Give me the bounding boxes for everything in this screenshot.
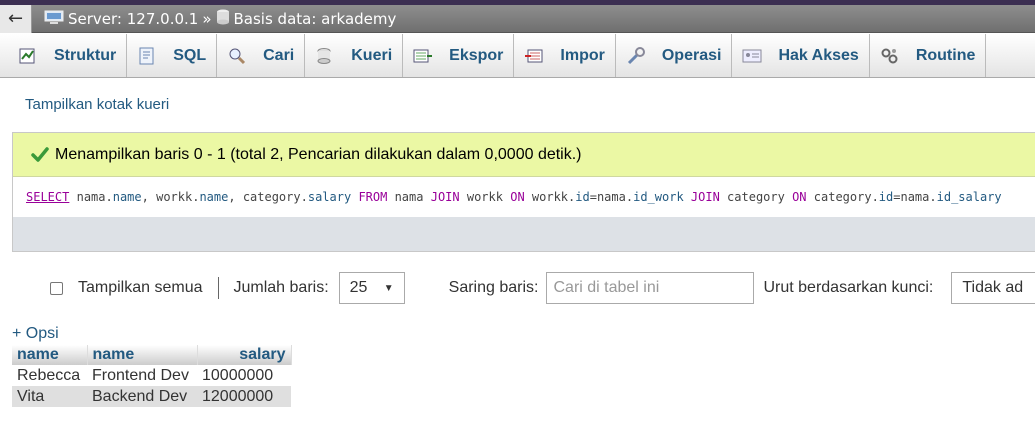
row-count-value: 25	[349, 279, 368, 296]
result-table: name name salary Rebecca Frontend Dev 10…	[12, 345, 292, 407]
sql-table: category	[813, 190, 872, 204]
sql-icon	[137, 47, 157, 65]
controls-divider	[217, 277, 219, 299]
breadcrumb-database[interactable]: Basis data: arkademy	[234, 10, 397, 28]
tab-operasi[interactable]: Operasi	[616, 34, 733, 77]
tab-struktur[interactable]: Struktur	[8, 34, 128, 77]
sql-table: category	[727, 190, 785, 204]
search-icon	[227, 47, 247, 65]
tab-cari[interactable]: Cari	[217, 34, 306, 77]
tab-label: Cari	[263, 46, 295, 64]
cell-salary: 10000000	[197, 365, 291, 386]
sort-by-key-label: Urut berdasarkan kunci:	[763, 279, 934, 296]
sql-column: name	[199, 190, 229, 204]
success-message: Menampilkan baris 0 - 1 (total 2, Pencar…	[13, 133, 1035, 177]
tab-label: Ekspor	[449, 46, 504, 64]
sql-column: id	[878, 190, 894, 204]
sql-keyword: ON	[510, 190, 525, 204]
sql-keyword: FROM	[358, 190, 388, 204]
tab-label: Hak Akses	[778, 46, 859, 64]
cell-name: Rebecca	[12, 365, 87, 386]
sql-keyword: ON	[792, 190, 807, 204]
sql-table: nama	[596, 190, 626, 204]
breadcrumb-separator: »	[202, 9, 212, 28]
structure-icon	[18, 47, 38, 65]
tab-kueri[interactable]: Kueri	[305, 34, 404, 77]
options-link[interactable]: + Opsi	[12, 325, 59, 343]
sql-keyword[interactable]: SELECT	[26, 190, 69, 204]
sql-table: nama	[394, 190, 424, 204]
show-query-box-link[interactable]: Tampilkan kotak kueri	[25, 96, 169, 113]
sql-keyword: JOIN	[690, 190, 720, 204]
sql-table: category	[242, 190, 301, 204]
database-icon	[216, 9, 230, 29]
tab-ekspor[interactable]: Ekspor	[403, 34, 515, 77]
cell-salary: 12000000	[197, 386, 291, 407]
cell-work-name: Backend Dev	[87, 386, 197, 407]
table-header-row: name name salary	[12, 345, 292, 365]
navigation-controls: Tampilkan semua Jumlah baris: 25 ▼ Sarin…	[50, 271, 1035, 305]
chevron-down-icon: ▼	[383, 282, 394, 294]
show-all-checkbox[interactable]	[50, 281, 63, 295]
success-text: Menampilkan baris 0 - 1 (total 2, Pencar…	[55, 145, 582, 163]
sql-table: workk	[466, 190, 503, 204]
sql-keyword: JOIN	[430, 190, 460, 204]
sql-query-display: SELECT nama. name, workk. name, category. s…	[13, 177, 1035, 217]
filter-rows-label: Saring baris:	[448, 279, 539, 296]
show-all-label: Tampilkan semua	[78, 279, 203, 296]
export-icon	[413, 47, 433, 65]
table-row: Vita Backend Dev 12000000	[12, 386, 291, 407]
tab-label: Impor	[560, 46, 605, 64]
check-icon	[31, 146, 49, 163]
routine-icon	[880, 47, 900, 65]
breadcrumb-bar: ← Server: 127.0.0.1 » Basis data: arkade…	[0, 4, 1035, 33]
sql-column: id_work	[633, 190, 684, 204]
tab-hak-akses[interactable]: Hak Akses	[732, 34, 870, 77]
table-row: Rebecca Frontend Dev 10000000	[12, 365, 291, 386]
sql-table: workk	[531, 190, 569, 204]
breadcrumb: Server: 127.0.0.1 » Basis data: arkademy	[44, 9, 396, 29]
sql-table: workk	[156, 190, 193, 204]
row-count-label: Jumlah baris:	[233, 279, 329, 296]
sort-by-key-select[interactable]: Tidak ad	[951, 272, 1035, 304]
server-icon	[44, 9, 64, 29]
sql-column: id	[575, 190, 590, 204]
sql-column: salary	[307, 190, 352, 204]
column-header-name[interactable]: name	[12, 345, 88, 365]
tab-label: Operasi	[661, 46, 722, 64]
sort-by-key-value: Tidak ad	[962, 279, 1024, 296]
sql-table: nama	[900, 190, 930, 204]
column-header-salary[interactable]: salary	[197, 345, 292, 365]
tab-label: Kueri	[351, 46, 393, 64]
back-button[interactable]: ←	[0, 4, 32, 33]
sql-column: id_salary	[936, 190, 1002, 204]
query-icon	[315, 47, 335, 65]
main-tab-bar: Struktur SQL Cari Kueri Ekspor Impor Ope…	[0, 34, 1035, 78]
sql-table: nama	[76, 190, 106, 204]
cell-name: Vita	[12, 386, 87, 407]
breadcrumb-server[interactable]: Server: 127.0.0.1	[68, 10, 198, 28]
privileges-icon	[742, 47, 762, 65]
tab-routine[interactable]: Routine	[870, 34, 987, 77]
row-count-select[interactable]: 25 ▼	[338, 272, 405, 304]
tab-sql[interactable]: SQL	[127, 34, 218, 77]
tab-label: Routine	[915, 46, 976, 64]
sql-actions-bar	[13, 217, 1035, 251]
sql-column: name	[112, 190, 142, 204]
query-result-panel: Menampilkan baris 0 - 1 (total 2, Pencar…	[12, 132, 1035, 252]
tab-label: Struktur	[54, 46, 117, 64]
cell-work-name: Frontend Dev	[87, 365, 197, 386]
column-header-name[interactable]: name	[87, 345, 198, 365]
import-icon	[524, 47, 544, 65]
tab-label: SQL	[173, 46, 207, 64]
tab-impor[interactable]: Impor	[514, 34, 616, 77]
filter-rows-input[interactable]: Cari di tabel ini	[546, 272, 755, 304]
wrench-icon	[626, 46, 646, 65]
